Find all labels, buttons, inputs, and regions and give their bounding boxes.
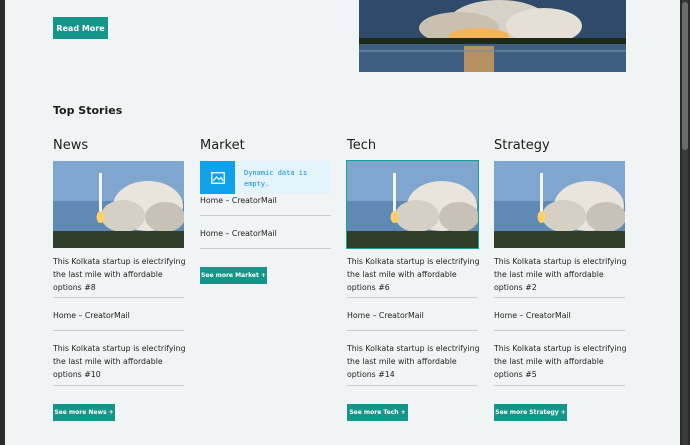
window-frame-left <box>0 0 5 445</box>
tech-divider <box>347 330 478 331</box>
market-divider <box>200 215 331 216</box>
news-item-link[interactable]: This Kolkata startup is electrifying the… <box>53 342 193 381</box>
strategy-item-link[interactable]: Home – CreatorMail <box>494 309 634 322</box>
strategy-divider <box>494 330 625 331</box>
strategy-divider <box>494 385 625 386</box>
see-more-news-button[interactable]: See more News + <box>53 404 115 421</box>
hero-rocket-image <box>359 0 626 72</box>
tech-thumbnail-rocket-image[interactable] <box>346 160 479 249</box>
section-title: Top Stories <box>53 104 123 117</box>
tech-divider <box>347 385 478 386</box>
market-item-link[interactable]: Home – CreatorMail <box>200 227 340 240</box>
strategy-thumbnail-rocket-image[interactable] <box>494 161 625 248</box>
see-more-tech-button[interactable]: See more Tech + <box>347 404 408 421</box>
tech-item-link[interactable]: This Kolkata startup is electrifying the… <box>347 342 487 381</box>
tech-divider <box>347 297 478 298</box>
news-item-link[interactable]: Home – CreatorMail <box>53 309 193 322</box>
read-more-button[interactable]: Read More <box>53 17 108 39</box>
strategy-item-link[interactable]: This Kolkata startup is electrifying the… <box>494 342 634 381</box>
news-divider <box>53 330 184 331</box>
market-item-link[interactable]: Home – CreatorMail <box>200 194 340 207</box>
news-divider <box>53 385 184 386</box>
image-placeholder-icon <box>200 161 235 194</box>
column-title-market: Market <box>200 138 245 153</box>
dynamic-data-message: Dynamic data is empty. <box>244 169 308 188</box>
news-item-link[interactable]: This Kolkata startup is electrifying the… <box>53 255 193 294</box>
market-divider <box>200 248 331 249</box>
news-divider <box>53 297 184 298</box>
tech-item-link[interactable]: Home – CreatorMail <box>347 309 487 322</box>
dynamic-data-notice: Dynamic data is empty. <box>200 161 331 194</box>
see-more-market-button[interactable]: See more Market + <box>200 267 267 284</box>
column-title-strategy: Strategy <box>494 138 550 153</box>
column-title-tech: Tech <box>347 138 377 153</box>
see-more-strategy-button[interactable]: See more Strategy + <box>494 404 567 421</box>
column-title-news: News <box>53 138 89 153</box>
tech-item-link[interactable]: This Kolkata startup is electrifying the… <box>347 255 487 294</box>
scrollbar-thumb[interactable] <box>682 2 688 150</box>
strategy-item-link[interactable]: This Kolkata startup is electrifying the… <box>494 255 634 294</box>
strategy-divider <box>494 297 625 298</box>
news-thumbnail-rocket-image[interactable] <box>53 161 184 248</box>
